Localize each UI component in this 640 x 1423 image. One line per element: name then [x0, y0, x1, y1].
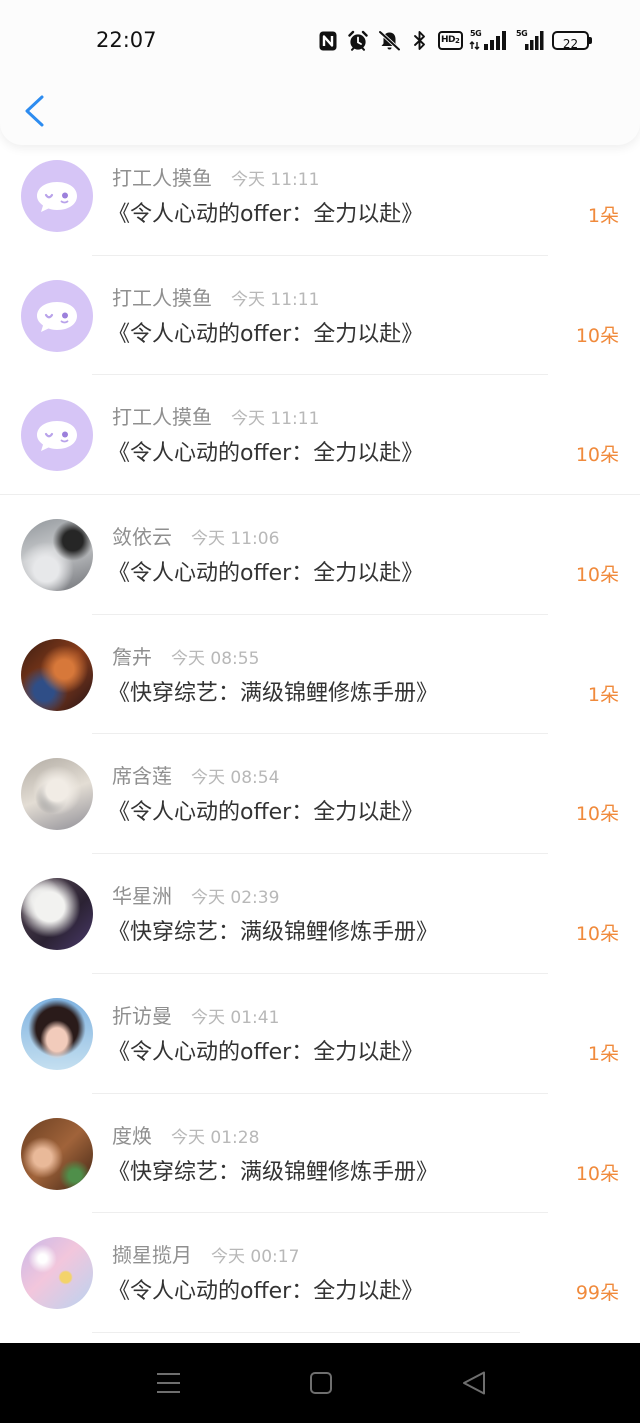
gift-amount: 10朵: [575, 803, 619, 826]
chevron-left-icon: [25, 95, 44, 127]
gift-amount: 1朵: [587, 1042, 619, 1065]
menu-icon[interactable]: [150, 1363, 190, 1403]
avatar[interactable]: [21, 1117, 93, 1190]
avatar[interactable]: [21, 758, 93, 831]
network-type-label: 5G: [516, 29, 528, 38]
avatar[interactable]: [21, 519, 93, 592]
book-title: 《令人心动的offer：全力以赴》: [108, 202, 424, 227]
gift-amount: 10朵: [575, 324, 619, 347]
gift-time: 今天 08:55: [171, 648, 260, 669]
sender-name: 席含莲: [112, 764, 172, 789]
status-time: 22:07: [96, 28, 157, 52]
book-title: 《快穿综艺：满级锦鲤修炼手册》: [108, 920, 439, 946]
alarm-icon: [348, 30, 368, 51]
battery-level: 22: [562, 37, 579, 51]
avatar[interactable]: [21, 878, 93, 951]
sender-name: 敛依云: [112, 525, 172, 550]
gift-time: 今天 11:11: [231, 170, 320, 190]
sender-row: 度焕 今天 01:28: [112, 1123, 259, 1149]
avatar[interactable]: [21, 399, 93, 472]
book-title: 《快穿综艺：满级锦鲤修炼手册》: [108, 1159, 439, 1185]
signal-5g-icon: 5G: [515, 29, 545, 51]
gift-list: 打工人摸鱼 今天 11:11 《令人心动的offer：全力以赴》 1朵 打工人摸…: [0, 136, 640, 1333]
avatar[interactable]: [21, 160, 93, 232]
list-item[interactable]: 折访曼 今天 01:41 《令人心动的offer：全力以赴》 1朵: [0, 974, 640, 1094]
book-title: 《令人心动的offer：全力以赴》: [108, 441, 424, 467]
status-bar: 22:07 HD2 5G 5G 22: [0, 0, 640, 80]
sender-name: 度焕: [112, 1123, 152, 1148]
book-title: 《令人心动的offer：全力以赴》: [108, 1279, 424, 1305]
battery-icon: 22: [552, 31, 593, 51]
list-item[interactable]: 席含莲 今天 08:54 《令人心动的offer：全力以赴》 10朵: [0, 734, 640, 854]
chat-bubble-icon: [37, 301, 77, 332]
list-item[interactable]: 打工人摸鱼 今天 11:11 《令人心动的offer：全力以赴》 10朵: [0, 256, 640, 376]
gift-time: 今天 08:54: [191, 768, 280, 789]
nfc-icon: [319, 31, 337, 51]
chat-bubble-icon: [37, 182, 77, 212]
gift-amount: 1朵: [587, 205, 619, 227]
avatar[interactable]: [21, 279, 93, 352]
hd-label: HD: [441, 35, 456, 45]
hd-sub-label: 2: [455, 37, 460, 45]
book-title: 《令人心动的offer：全力以赴》: [108, 1039, 424, 1065]
system-nav-bar: [0, 1343, 640, 1423]
screen: 22:07 HD2 5G 5G 22 打工人摸鱼 今天 11:11 《令人心动的…: [0, 0, 640, 1423]
bluetooth-icon: [413, 30, 426, 51]
sender-name: 打工人摸鱼: [112, 285, 212, 310]
gift-amount: 10朵: [575, 444, 619, 467]
mute-icon: [377, 30, 402, 51]
hd-voice-icon: HD2: [438, 31, 463, 50]
sender-row: 打工人摸鱼 今天 11:11: [112, 404, 319, 430]
list-item[interactable]: 敛依云 今天 11:06 《令人心动的offer：全力以赴》 10朵: [0, 495, 640, 615]
sender-name: 撷星揽月: [112, 1243, 192, 1268]
avatar[interactable]: [21, 1237, 93, 1310]
chat-bubble-icon: [37, 421, 77, 452]
sender-row: 打工人摸鱼 今天 11:11: [112, 165, 319, 191]
sender-row: 折访曼 今天 01:41: [112, 1003, 279, 1029]
book-title: 《令人心动的offer：全力以赴》: [108, 561, 424, 587]
gift-time: 今天 01:28: [171, 1127, 260, 1148]
list-item[interactable]: 度焕 今天 01:28 《快穿综艺：满级锦鲤修炼手册》 10朵: [0, 1094, 640, 1214]
gift-time: 今天 11:06: [191, 529, 280, 550]
back-triangle-icon[interactable]: [455, 1363, 495, 1403]
sender-name: 詹卉: [112, 644, 152, 669]
gift-time: 今天 01:41: [191, 1007, 280, 1028]
book-title: 《快穿综艺：满级锦鲤修炼手册》: [108, 680, 439, 706]
home-icon[interactable]: [301, 1363, 341, 1403]
sender-row: 撷星揽月 今天 00:17: [112, 1242, 299, 1268]
sender-row: 华星洲 今天 02:39: [112, 883, 279, 909]
sender-row: 詹卉 今天 08:55: [112, 644, 259, 670]
list-item[interactable]: 打工人摸鱼 今天 11:11 《令人心动的offer：全力以赴》 10朵: [0, 375, 640, 495]
sender-name: 打工人摸鱼: [112, 405, 212, 430]
gift-amount: 99朵: [575, 1282, 619, 1305]
gift-time: 今天 00:17: [211, 1247, 300, 1268]
sender-name: 折访曼: [112, 1003, 172, 1028]
sender-row: 席含莲 今天 08:54: [112, 763, 279, 789]
sender-row: 敛依云 今天 11:06: [112, 524, 279, 550]
gift-amount: 10朵: [575, 923, 619, 946]
sender-row: 打工人摸鱼 今天 11:11: [112, 285, 319, 311]
book-title: 《令人心动的offer：全力以赴》: [108, 800, 424, 826]
gift-time: 今天 11:11: [231, 289, 320, 310]
list-item[interactable]: 华星洲 今天 02:39 《快穿综艺：满级锦鲤修炼手册》 10朵: [0, 854, 640, 974]
signal-5g-icon: 5G: [469, 29, 507, 51]
battery-tip: [589, 37, 592, 44]
back-button[interactable]: [14, 88, 54, 132]
gift-time: 今天 02:39: [191, 888, 280, 909]
gift-amount: 10朵: [575, 564, 619, 587]
sender-name: 打工人摸鱼: [112, 166, 212, 190]
gift-amount: 10朵: [575, 1162, 619, 1185]
header: 22:07 HD2 5G 5G 22: [0, 0, 640, 145]
list-item[interactable]: 詹卉 今天 08:55 《快穿综艺：满级锦鲤修炼手册》 1朵: [0, 615, 640, 735]
list-item[interactable]: 打工人摸鱼 今天 11:11 《令人心动的offer：全力以赴》 1朵: [0, 136, 640, 256]
book-title: 《令人心动的offer：全力以赴》: [108, 321, 424, 347]
sender-name: 华星洲: [112, 884, 172, 909]
gift-amount: 1朵: [587, 683, 619, 706]
battery-body: 22: [552, 31, 589, 51]
avatar[interactable]: [21, 638, 93, 711]
gift-time: 今天 11:11: [231, 409, 320, 430]
list-item[interactable]: 撷星揽月 今天 00:17 《令人心动的offer：全力以赴》 99朵: [0, 1213, 640, 1333]
network-type-label: 5G: [470, 29, 482, 38]
avatar[interactable]: [21, 997, 93, 1070]
